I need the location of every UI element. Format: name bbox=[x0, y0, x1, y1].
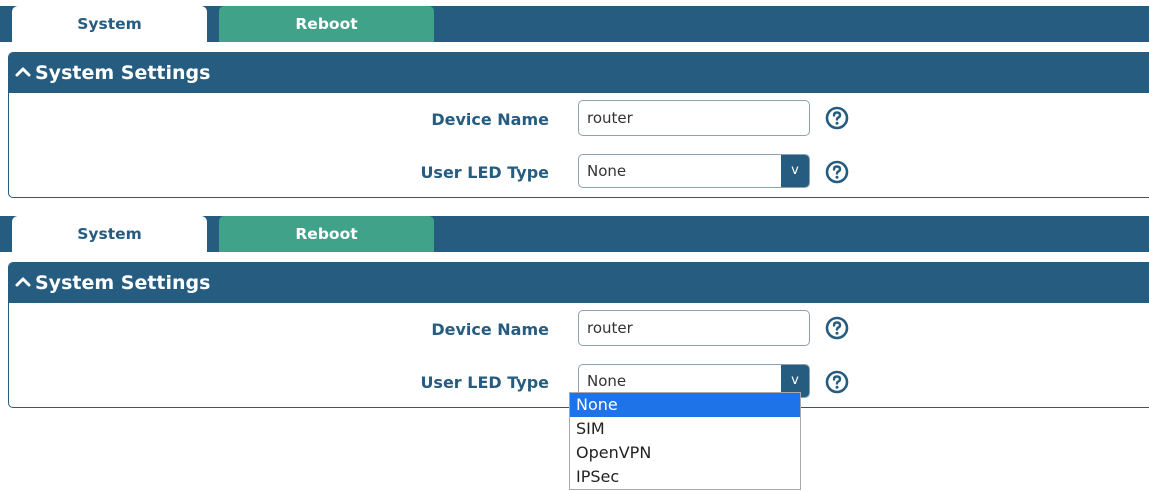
help-icon[interactable] bbox=[825, 370, 849, 394]
dropdown-option-ipsec[interactable]: IPSec bbox=[570, 465, 800, 489]
dropdown-option-none[interactable]: None bbox=[570, 393, 800, 417]
user-led-type-dropdown: None SIM OpenVPN IPSec bbox=[569, 392, 801, 490]
chevron-up-icon[interactable] bbox=[9, 53, 35, 93]
device-name-input[interactable] bbox=[578, 100, 810, 136]
tab-divider bbox=[207, 216, 219, 252]
section-header[interactable]: System Settings bbox=[9, 263, 1149, 303]
section-title: System Settings bbox=[35, 62, 211, 84]
help-icon[interactable] bbox=[825, 316, 849, 340]
tab-reboot[interactable]: Reboot bbox=[219, 216, 434, 252]
tab-system[interactable]: System bbox=[12, 6, 207, 44]
tab-reboot[interactable]: Reboot bbox=[219, 6, 434, 42]
select-value: None bbox=[587, 162, 627, 180]
device-name-input[interactable] bbox=[578, 310, 810, 346]
tab-bar: System Reboot bbox=[0, 216, 1149, 254]
system-settings-section: System Settings Device Name User LED Typ… bbox=[8, 262, 1149, 408]
section-header[interactable]: System Settings bbox=[9, 53, 1149, 93]
tab-system[interactable]: System bbox=[12, 216, 207, 254]
user-led-type-label: User LED Type bbox=[420, 373, 549, 392]
user-led-type-select[interactable]: None v bbox=[578, 154, 810, 188]
user-led-type-label: User LED Type bbox=[420, 163, 549, 182]
help-icon[interactable] bbox=[825, 106, 849, 130]
device-name-label: Device Name bbox=[431, 110, 549, 129]
system-settings-section: System Settings Device Name User LED Typ… bbox=[8, 52, 1149, 198]
chevron-down-icon[interactable]: v bbox=[781, 155, 809, 187]
tab-divider bbox=[207, 6, 219, 42]
tab-bar: System Reboot bbox=[0, 6, 1149, 44]
help-icon[interactable] bbox=[825, 160, 849, 184]
device-name-label: Device Name bbox=[431, 320, 549, 339]
chevron-up-icon[interactable] bbox=[9, 263, 35, 303]
section-title: System Settings bbox=[35, 272, 211, 294]
dropdown-option-openvpn[interactable]: OpenVPN bbox=[570, 441, 800, 465]
dropdown-option-sim[interactable]: SIM bbox=[570, 417, 800, 441]
